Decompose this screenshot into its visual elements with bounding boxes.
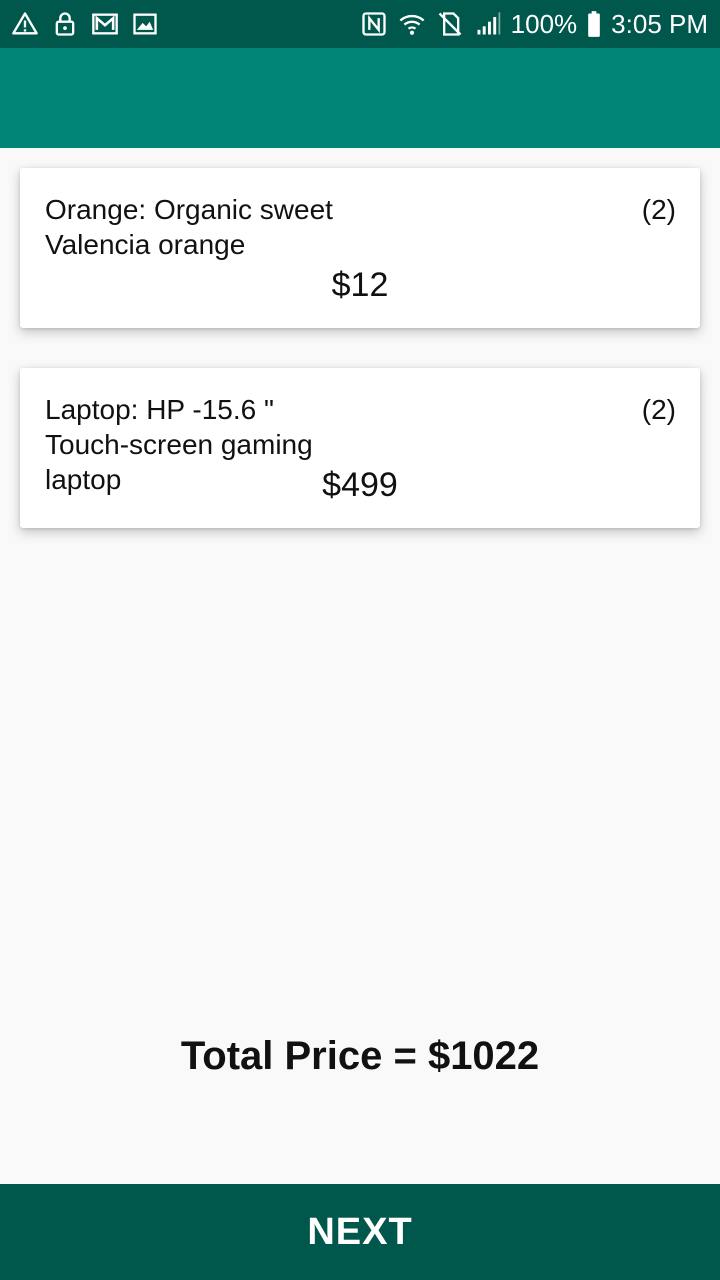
battery-icon bbox=[585, 9, 603, 39]
item-quantity: (2) bbox=[641, 194, 676, 225]
wifi-icon bbox=[397, 9, 427, 39]
status-right-icons: 100% 3:05 PM bbox=[359, 0, 708, 48]
signal-icon bbox=[473, 9, 503, 39]
status-left-icons bbox=[10, 0, 160, 48]
no-sim-icon bbox=[435, 9, 465, 39]
gmail-icon bbox=[90, 9, 120, 39]
battery-percent: 100% bbox=[510, 8, 578, 39]
cart-item-card[interactable]: Laptop: HP -15.6 " Touch-screen gaming l… bbox=[20, 368, 700, 528]
item-price: $12 bbox=[331, 266, 389, 304]
item-quantity: (2) bbox=[641, 394, 676, 425]
lock-icon bbox=[50, 9, 80, 39]
image-icon bbox=[130, 9, 160, 39]
cart-screen: 100% 3:05 PM Orange: Organic sweet Valen… bbox=[0, 0, 720, 1280]
warning-icon bbox=[10, 9, 40, 39]
app-bar bbox=[0, 48, 720, 148]
next-button[interactable]: NEXT bbox=[0, 1184, 720, 1280]
total-price: Total Price = $1022 bbox=[180, 1034, 540, 1078]
cart-item-card[interactable]: Orange: Organic sweet Valencia orange (2… bbox=[20, 168, 700, 328]
nfc-icon bbox=[359, 9, 389, 39]
status-bar: 100% 3:05 PM bbox=[0, 0, 720, 48]
item-price: $499 bbox=[322, 466, 398, 504]
clock-time: 3:05 PM bbox=[611, 8, 708, 39]
item-name: Orange: Organic sweet Valencia orange bbox=[45, 194, 333, 260]
